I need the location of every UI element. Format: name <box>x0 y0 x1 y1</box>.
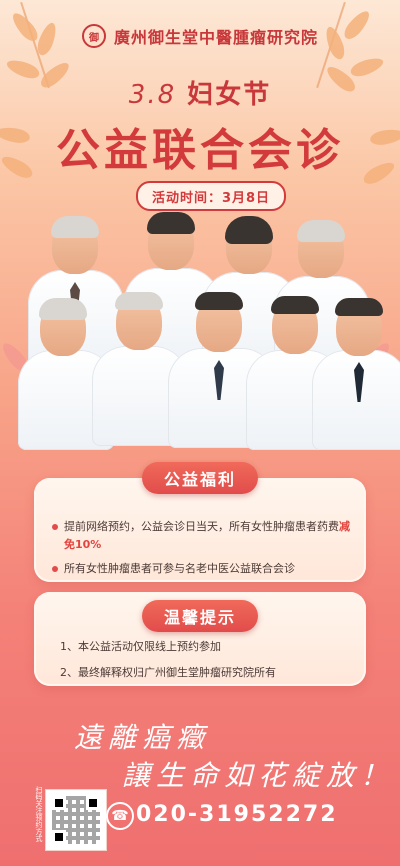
benefits-title: 公益福利 <box>142 462 258 494</box>
tips-list: 1、本公益活动仅限线上预约参加 2、最终解释权归广州御生堂肿瘤研究院所有 <box>60 638 350 690</box>
hospital-logo: 御 廣州御生堂中醫腫瘤研究院 <box>82 24 318 48</box>
event-date-pill: 活动时间：3月8日 <box>136 181 286 211</box>
benefit-text: 所有女性肿瘤患者可参与名老中医公益联合会诊 <box>64 562 295 575</box>
phone-icon: ☎ <box>106 802 134 830</box>
qr-finder <box>52 830 66 844</box>
hospital-name: 廣州御生堂中醫腫瘤研究院 <box>114 28 319 47</box>
slogan-line-1: 遠離癌癥 <box>74 721 211 754</box>
tips-title: 温馨提示 <box>142 600 258 632</box>
poster: 御 廣州御生堂中醫腫瘤研究院 3.8 妇女节 公益联合会诊 活动时间：3月8日 <box>0 0 400 866</box>
benefits-title-text: 公益福利 <box>163 470 236 489</box>
leaf-decoration <box>340 7 374 43</box>
benefit-item: 提前网络预约，公益会诊日当天，所有女性肿瘤患者药费减免10% <box>52 518 350 554</box>
leaf-decoration <box>34 20 60 58</box>
benefits-list: 提前网络预约，公益会诊日当天，所有女性肿瘤患者药费减免10% 所有女性肿瘤患者可… <box>52 518 350 584</box>
bullet-dot-icon <box>52 566 58 572</box>
benefit-text-main: 提前网络预约，公益会诊日当天，所有女性肿瘤患者药费 <box>64 520 339 533</box>
event-subtitle-text: 妇女节 <box>187 80 272 110</box>
event-subtitle: 3.8 妇女节 <box>0 74 400 111</box>
qr-code[interactable] <box>46 790 106 850</box>
event-subtitle-number: 3.8 <box>128 80 177 110</box>
event-title: 公益联合会诊 <box>56 125 344 176</box>
qr-finder <box>52 796 66 810</box>
phone-number[interactable]: 020-31952272 <box>136 802 338 827</box>
bullet-dot-icon <box>52 524 58 530</box>
tips-title-text: 温馨提示 <box>163 608 236 627</box>
tips-card: 温馨提示 1、本公益活动仅限线上预约参加 2、最终解释权归广州御生堂肿瘤研究院所… <box>34 592 366 686</box>
event-date-label: 活动时间：3月8日 <box>151 190 271 206</box>
doctors-group-photo <box>18 210 400 450</box>
benefit-item: 所有女性肿瘤患者可参与名老中医公益联合会诊 <box>52 560 350 578</box>
logo-mark-icon: 御 <box>82 24 106 48</box>
benefit-text: 提前网络预约，公益会诊日当天，所有女性肿瘤患者药费减免10% <box>64 518 350 554</box>
tip-item: 2、最终解释权归广州御生堂肿瘤研究院所有 <box>60 666 276 679</box>
qr-caption: 扫码关注预约方式 <box>35 786 43 842</box>
slogan-line-2: 讓生命如花綻放！ <box>122 759 395 792</box>
benefits-card: 公益福利 提前网络预约，公益会诊日当天，所有女性肿瘤患者药费减免10% 所有女性… <box>34 462 366 584</box>
tip-item: 1、本公益活动仅限线上预约参加 <box>60 640 221 653</box>
qr-finder <box>86 796 100 810</box>
